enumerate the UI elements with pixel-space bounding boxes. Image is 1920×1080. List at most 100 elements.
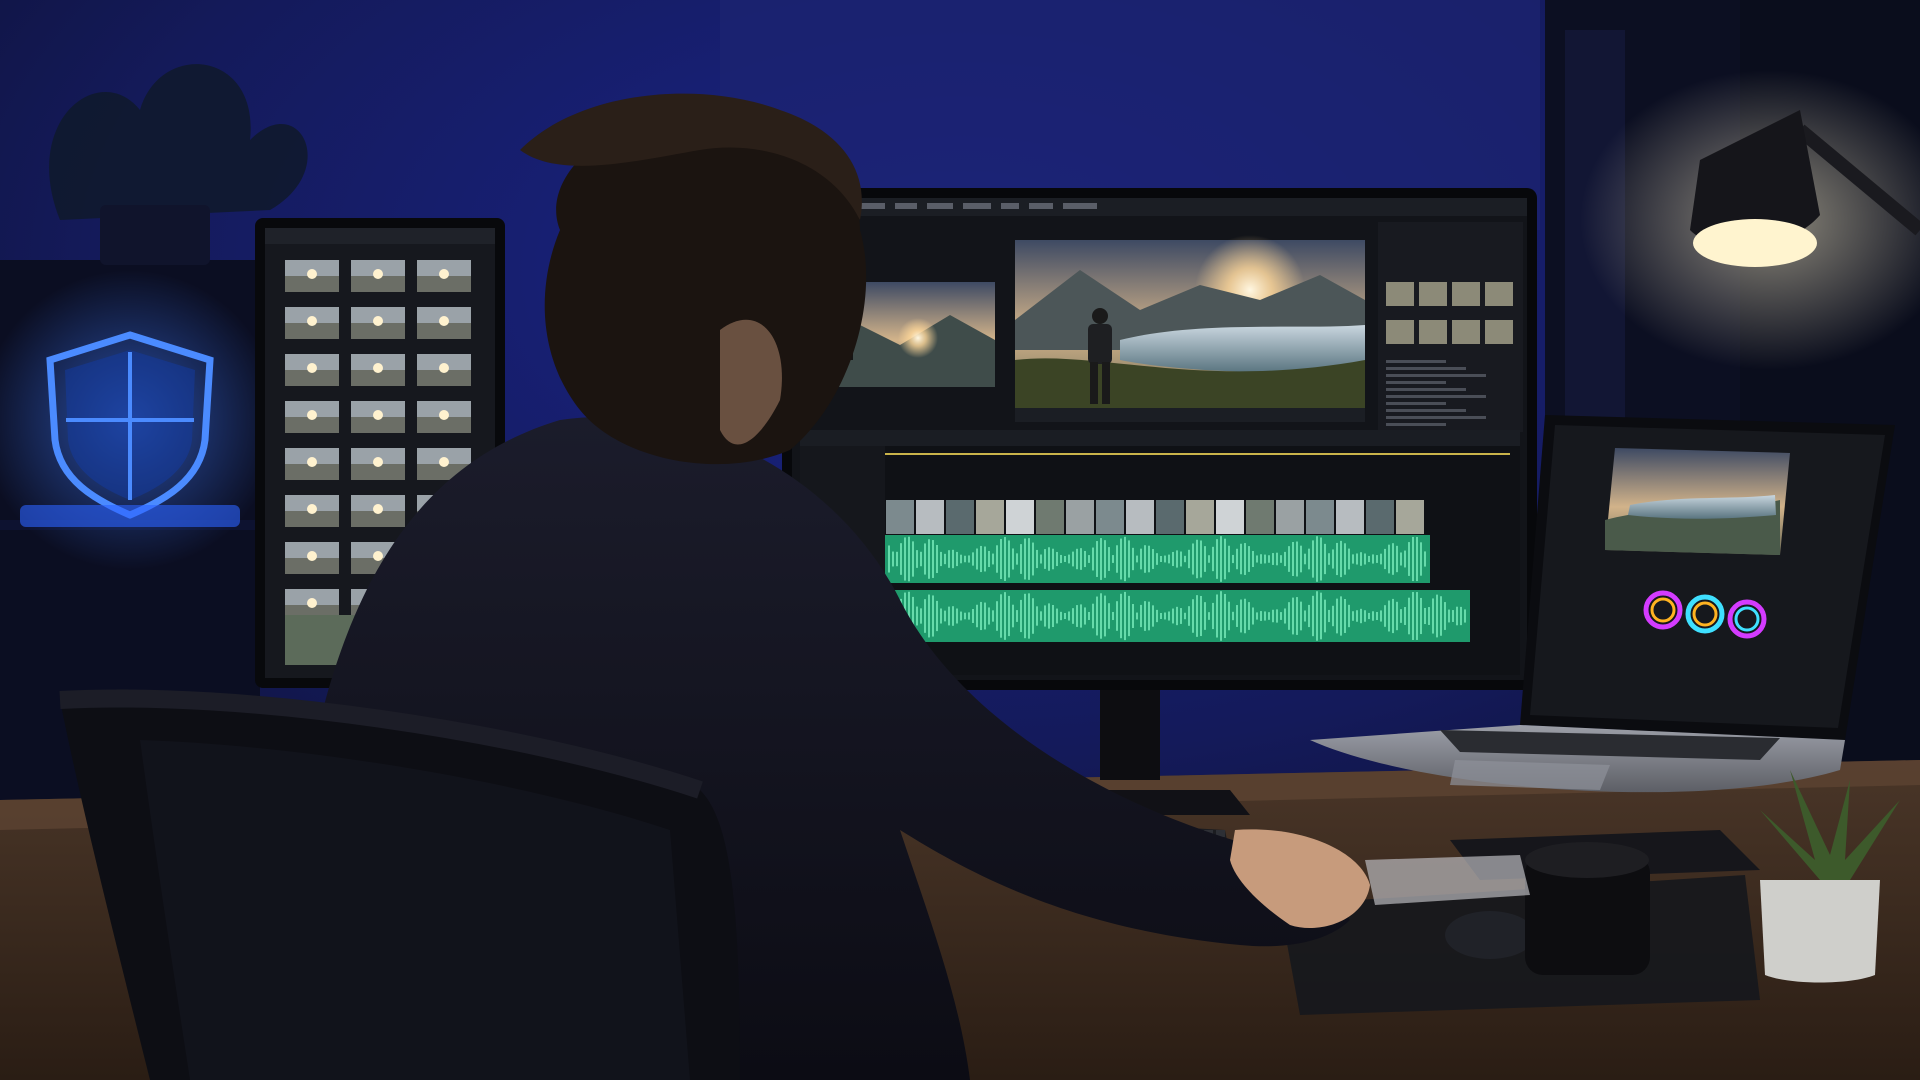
menu-item [1063, 203, 1097, 209]
waveform-bar [1260, 554, 1262, 564]
waveform-bar [1120, 593, 1122, 639]
waveform-bar [1060, 611, 1062, 621]
thumbnail-sun [307, 504, 317, 514]
waveform-bar [1132, 604, 1134, 628]
mouse-icon [1445, 911, 1535, 959]
waveform-bar [1316, 536, 1318, 582]
waveform-bar [1368, 612, 1370, 620]
waveform-bar [1376, 611, 1378, 621]
waveform-bar [952, 606, 954, 626]
waveform-bar [1200, 540, 1202, 578]
waveform-bar [1388, 600, 1390, 632]
effect-entry [1386, 360, 1446, 363]
waveform-bar [1008, 540, 1010, 578]
waveform-bar [1308, 548, 1310, 570]
waveform-bar [1392, 598, 1394, 634]
waveform-bar [1372, 611, 1374, 621]
waveform-bar [1296, 541, 1298, 577]
waveform-bar [1016, 610, 1018, 622]
waveform-bar [1040, 611, 1042, 621]
waveform-bar [1132, 547, 1134, 571]
waveform-bar [1256, 612, 1258, 620]
waveform-bar [1124, 536, 1126, 582]
waveform-bar [1052, 604, 1054, 628]
waveform-bar [1192, 599, 1194, 633]
waveform-bar [1116, 601, 1118, 631]
waveform-bar [976, 548, 978, 570]
waveform-bar [1024, 538, 1026, 580]
effect-thumb [1419, 282, 1447, 306]
effect-entry [1386, 395, 1486, 398]
waveform-bar [1084, 550, 1086, 568]
waveform-bar [1448, 609, 1450, 623]
video-clip [1096, 500, 1124, 534]
waveform-bar [1188, 549, 1190, 569]
waveform-bar [1128, 540, 1130, 578]
waveform-bar [1196, 595, 1198, 637]
thumbnail-sun [439, 457, 449, 467]
waveform-bar [1052, 548, 1054, 570]
menu-item [895, 203, 917, 209]
waveform-bar [1180, 608, 1182, 624]
waveform-bar [1316, 591, 1318, 641]
waveform-bar [1080, 548, 1082, 570]
thumbnail-sun [439, 269, 449, 279]
thumbnail-sun [307, 363, 317, 373]
waveform-bar [1096, 541, 1098, 577]
video-clip [1126, 500, 1154, 534]
waveform-bar [1248, 602, 1250, 630]
waveform-bar [1212, 546, 1214, 572]
effect-entry [1386, 409, 1466, 412]
waveform-bar [1260, 611, 1262, 621]
waveform-bar [1060, 554, 1062, 564]
waveform-bar [1056, 551, 1058, 567]
thumbnail-sun [373, 363, 383, 373]
waveform-bar [1444, 602, 1446, 630]
waveform-bar [1256, 555, 1258, 563]
waveform-bar [1160, 555, 1162, 563]
waveform-bar [1156, 553, 1158, 565]
waveform-bar [1312, 540, 1314, 578]
waveform-bar [1280, 555, 1282, 563]
effect-thumb [1485, 320, 1513, 344]
waveform-bar [1212, 602, 1214, 630]
waveform-bar [1220, 536, 1222, 582]
effect-thumb [1386, 320, 1414, 344]
waveform-bar [1108, 603, 1110, 629]
video-clip [1336, 500, 1364, 534]
waveform-bar [1228, 601, 1230, 631]
effect-entry [1386, 402, 1446, 405]
waveform-bar [1144, 545, 1146, 573]
waveform-bar [1088, 611, 1090, 621]
waveform-bar [1172, 551, 1174, 567]
thumbnail-sun [307, 269, 317, 279]
menu-item [963, 203, 991, 209]
waveform-bar [904, 537, 906, 581]
video-clip [976, 500, 1004, 534]
waveform-bar [936, 600, 938, 632]
waveform-bar [1200, 595, 1202, 637]
waveform-bar [1324, 543, 1326, 575]
waveform-bar [1004, 592, 1006, 640]
waveform-bar [1108, 547, 1110, 571]
video-clip [886, 500, 914, 534]
waveform-bar [1124, 591, 1126, 641]
waveform-bar [952, 549, 954, 569]
waveform-bar [1048, 547, 1050, 571]
waveform-bar [1152, 605, 1154, 627]
waveform-bar [1288, 546, 1290, 572]
video-clip [916, 500, 944, 534]
waveform-bar [1228, 545, 1230, 573]
waveform-bar [1420, 542, 1422, 576]
thumbnail-sun [373, 457, 383, 467]
waveform-bar [1116, 545, 1118, 573]
waveform-bar [1176, 606, 1178, 626]
waveform-bar [1240, 599, 1242, 633]
waveform-bar [1224, 593, 1226, 639]
waveform-bar [1328, 609, 1330, 623]
waveform-bar [1308, 604, 1310, 628]
waveform-bar [1208, 555, 1210, 563]
waveform-bar [928, 539, 930, 579]
waveform-bar [1184, 555, 1186, 563]
effect-thumb [1386, 282, 1414, 306]
